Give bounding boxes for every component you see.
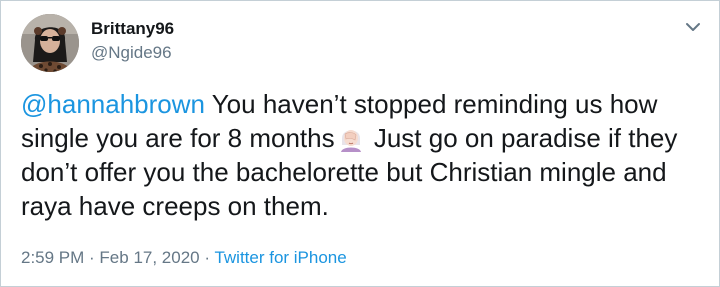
woman-facepalming-emoji-icon (337, 124, 365, 152)
profile-photo-icon (21, 14, 79, 72)
display-name[interactable]: Brittany96 (91, 19, 174, 39)
tweet-text: @hannahbrown You haven’t stopped remindi… (21, 87, 701, 223)
source-link[interactable]: Twitter for iPhone (214, 248, 346, 267)
mention-link[interactable]: @hannahbrown (21, 89, 205, 119)
avatar[interactable] (21, 14, 79, 72)
chevron-down-icon[interactable] (683, 17, 703, 37)
tweet-card: Brittany96 @Ngide96 @hannahbrown You hav… (0, 0, 720, 287)
tweet-date[interactable]: Feb 17, 2020 (99, 248, 199, 267)
tweet-meta: 2:59 PM · Feb 17, 2020 · Twitter for iPh… (21, 248, 347, 268)
tweet-time[interactable]: 2:59 PM (21, 248, 84, 267)
meta-separator: · (199, 248, 215, 267)
user-handle[interactable]: @Ngide96 (91, 43, 172, 63)
meta-separator: · (84, 248, 100, 267)
